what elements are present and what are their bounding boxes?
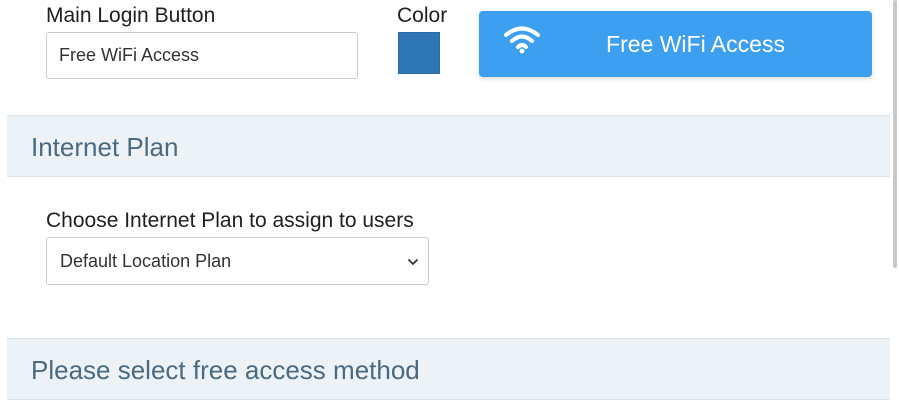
internet-plan-section-header: Internet Plan [7, 115, 890, 177]
preview-button-label: Free WiFi Access [606, 31, 785, 57]
choose-plan-label: Choose Internet Plan to assign to users [46, 209, 414, 232]
internet-plan-select[interactable]: Default Location Plan [46, 237, 429, 285]
free-wifi-access-preview-button[interactable]: Free WiFi Access [479, 11, 872, 77]
login-button-text-input[interactable] [46, 32, 358, 79]
color-swatch[interactable] [398, 32, 440, 74]
free-access-title: Please select free access method [31, 355, 420, 385]
chevron-down-icon [408, 259, 418, 265]
free-access-section-header: Please select free access method [7, 338, 890, 400]
internet-plan-selected-value: Default Location Plan [60, 251, 232, 271]
internet-plan-title: Internet Plan [31, 132, 179, 162]
main-login-button-label: Main Login Button [46, 4, 216, 27]
color-label: Color [397, 4, 448, 27]
vertical-scrollbar[interactable] [893, 0, 897, 268]
